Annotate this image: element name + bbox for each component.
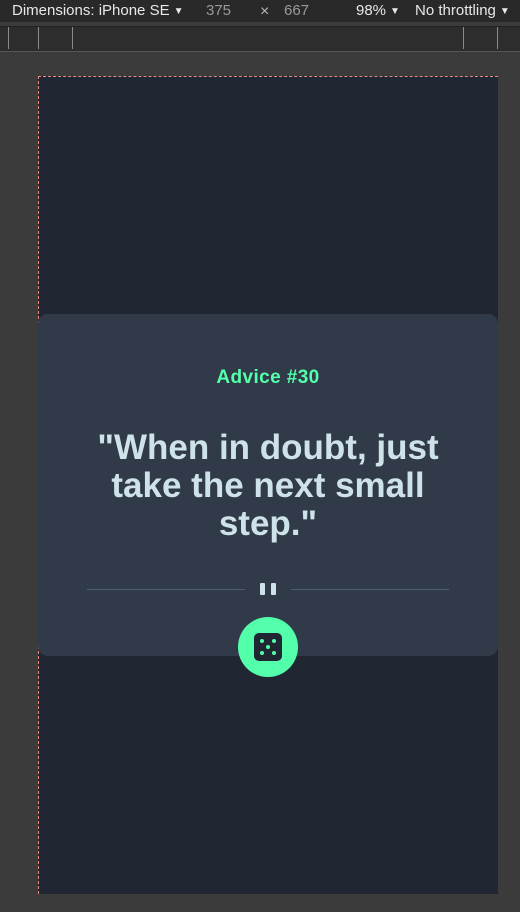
advice-card: Advice #30 "When in doubt, just take the… <box>38 314 498 656</box>
throttling-label: No throttling <box>415 2 496 19</box>
media-query-marker[interactable] <box>38 27 39 49</box>
device-dimensions-select[interactable]: Dimensions: iPhone SE ▼ <box>12 0 184 22</box>
caret-down-icon: ▼ <box>499 6 510 17</box>
width-input[interactable]: 375 <box>206 0 236 22</box>
pattern-divider <box>87 577 449 601</box>
zoom-select[interactable]: 98% ▼ <box>356 0 400 22</box>
media-query-marker[interactable] <box>463 27 464 49</box>
dice-icon <box>254 633 282 661</box>
caret-down-icon: ▼ <box>390 6 400 17</box>
new-advice-button[interactable] <box>238 617 298 677</box>
times-icon: × <box>260 3 270 20</box>
device-dimensions-label: Dimensions: iPhone SE <box>12 2 170 19</box>
zoom-label: 98% <box>356 2 387 19</box>
divider-line-left <box>87 589 245 590</box>
media-query-marker[interactable] <box>497 27 498 49</box>
media-query-bar[interactable] <box>0 26 520 52</box>
media-query-marker[interactable] <box>8 27 9 49</box>
throttling-select[interactable]: No throttling ▼ <box>415 0 510 22</box>
pause-icon <box>260 583 276 595</box>
height-input[interactable]: 667 <box>284 0 314 22</box>
divider-line-right <box>291 589 449 590</box>
advice-quote: "When in doubt, just take the next small… <box>97 428 439 543</box>
media-query-marker[interactable] <box>72 27 73 49</box>
caret-down-icon: ▼ <box>173 6 184 17</box>
advice-id: Advice #30 <box>216 367 320 388</box>
device-toolbar: Dimensions: iPhone SE ▼ 375 × 667 98% ▼ No… <box>0 0 520 22</box>
